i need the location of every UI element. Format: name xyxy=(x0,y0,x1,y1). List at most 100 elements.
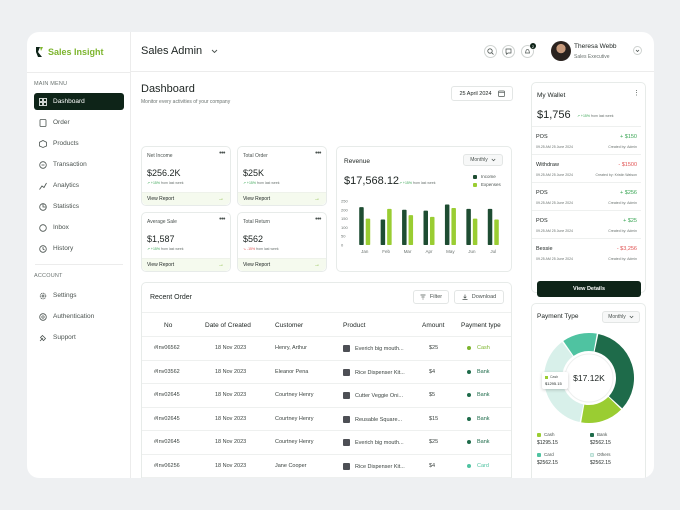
account-heading: ACCOUNT xyxy=(34,273,63,279)
view-report-link[interactable]: View Report → xyxy=(142,192,230,205)
transaction-item[interactable]: Withdraw - $1500 09.25 AM 25 June 2024 Crea… xyxy=(532,154,641,182)
legend-card-value: $2562.15 xyxy=(537,460,558,466)
divider xyxy=(35,264,123,265)
stat-card-net-income: Net Income ••• $256.2K ↗ +15% from last … xyxy=(141,146,231,206)
sidebar-item-order[interactable]: Order xyxy=(34,114,124,131)
brand[interactable]: Sales Insight xyxy=(35,46,104,58)
sidebar-item-settings[interactable]: Settings xyxy=(34,287,124,304)
column-header: Product xyxy=(343,322,366,329)
more-icon[interactable]: ••• xyxy=(315,150,321,157)
download-button[interactable]: Download xyxy=(454,290,504,304)
sidebar-item-transaction[interactable]: Transaction xyxy=(34,156,124,173)
more-icon[interactable]: ••• xyxy=(219,216,225,223)
order-date: 18 Nov 2023 xyxy=(215,415,247,422)
order-customer: Courtney Henry xyxy=(275,392,314,398)
transaction-amount: - $1500 xyxy=(618,162,637,168)
date-value: 25 April 2024 xyxy=(459,90,492,97)
bar-expenses-mar xyxy=(408,215,414,245)
payment-dot xyxy=(467,346,471,350)
order-date: 18 Nov 2023 xyxy=(215,345,247,351)
sidebar-item-dashboard[interactable]: Dashboard xyxy=(34,93,124,110)
bar-income-apr xyxy=(423,210,428,245)
transaction-item[interactable]: Bessie - $3,256 09.25 AM 25 June 2024 Creat… xyxy=(532,238,641,266)
more-icon[interactable]: ••• xyxy=(219,150,225,157)
user-menu-button[interactable] xyxy=(633,46,642,55)
legend-cash: Cash xyxy=(537,432,555,437)
table-row[interactable]: #Inv06562 18 Nov 2023 Henry, Arthur Everich… xyxy=(142,337,511,361)
transaction-item[interactable]: POS + $256 09.25 AM 25 June 2024 Created by… xyxy=(532,182,641,210)
table-row[interactable]: #Inv02645 18 Nov 2023 Courtney Henry Everic… xyxy=(142,431,511,455)
filter-button[interactable]: Filter xyxy=(413,290,449,304)
statistics-icon xyxy=(39,202,47,211)
view-details-button[interactable]: View Details xyxy=(537,281,641,297)
table-row[interactable]: #Inv06256 18 Nov 2023 Jane Cooper Rice Disp… xyxy=(142,455,511,478)
table-row[interactable]: #Inv03562 18 Nov 2023 Eleanor Pena Rice Dis… xyxy=(142,361,511,384)
column-header: Date of Created xyxy=(205,322,251,329)
stat-change: ↘ -15% from last week xyxy=(243,247,279,251)
analytics-icon xyxy=(39,182,47,190)
transaction-item[interactable]: POS + $25 09.25 AM 25 June 2024 Created by:… xyxy=(532,210,641,238)
order-product: Everich big mouth... xyxy=(343,345,404,352)
chat-icon xyxy=(505,48,512,55)
filter-label: Filter xyxy=(429,294,443,300)
search-icon xyxy=(487,48,494,55)
sidebar-item-label: Statistics xyxy=(53,203,80,210)
revenue-bar-chart: 250 200 150 100 50 0 Jan Feb Mar Apr May Jun Jul xyxy=(341,199,499,254)
payment-dot xyxy=(467,440,471,444)
sidebar-item-label: Order xyxy=(53,119,70,126)
filter-icon xyxy=(420,294,426,300)
notifications-button[interactable]: 2 xyxy=(521,43,536,58)
workspace-switcher[interactable]: Sales Admin xyxy=(141,45,218,57)
order-payment-type: Bank xyxy=(467,369,490,375)
stat-value: $25K xyxy=(243,168,265,178)
transaction-creator: Created by: Admin xyxy=(608,145,637,149)
x-tick-label: Apr xyxy=(425,249,433,254)
search-button[interactable] xyxy=(484,45,497,58)
page-title: Dashboard xyxy=(141,83,195,95)
y-tick-label: 150 xyxy=(341,216,348,221)
stat-label: Total Order xyxy=(243,153,268,159)
stat-change: ↗ +15% from last week xyxy=(147,181,184,185)
view-report-link[interactable]: View Report → xyxy=(238,258,326,271)
transaction-item[interactable]: POS + $150 09.25 AM 25 June 2024 Created by… xyxy=(532,126,641,154)
table-row[interactable]: #Inv02645 18 Nov 2023 Courtney Henry Reusab… xyxy=(142,408,511,431)
order-number: #Inv03562 xyxy=(154,368,180,375)
recent-orders-title: Recent Order xyxy=(150,294,193,301)
table-row[interactable]: #Inv02645 18 Nov 2023 Courtney Henry Cutter… xyxy=(142,384,511,408)
column-header: Customer xyxy=(275,322,304,329)
payment-period-select[interactable]: Monthly xyxy=(602,311,640,323)
date-picker[interactable]: 25 April 2024 xyxy=(451,86,513,101)
bar-expenses-jul xyxy=(494,219,499,245)
revenue-value: $17,568.12 xyxy=(344,175,400,187)
sidebar-item-analytics[interactable]: Analytics xyxy=(34,177,124,194)
order-customer: Courtney Henry xyxy=(275,439,314,445)
table-header: No Date of Created Customer Product Amou… xyxy=(142,312,511,337)
revenue-period-select[interactable]: Monthly xyxy=(463,154,503,166)
view-report-link[interactable]: View Report → xyxy=(238,192,326,205)
tooltip-label: Cash xyxy=(550,375,559,379)
stat-change: ↗ +15% from last week xyxy=(243,181,280,185)
grid-icon xyxy=(39,97,47,106)
avatar[interactable] xyxy=(551,41,571,61)
more-vertical-icon[interactable]: ⋮ xyxy=(633,89,640,97)
divider xyxy=(27,72,131,73)
product-thumbnail xyxy=(343,462,350,470)
transaction-creator: Created by: Admin xyxy=(608,257,637,261)
more-icon[interactable]: ••• xyxy=(315,216,321,223)
transaction-amount: - $3,256 xyxy=(616,246,637,252)
sidebar-item-label: History xyxy=(53,245,74,252)
view-report-link[interactable]: View Report → xyxy=(142,258,230,271)
sidebar-item-authentication[interactable]: Authentication xyxy=(34,308,124,325)
sidebar-item-support[interactable]: Support xyxy=(34,329,124,346)
wallet-balance: $1,756 xyxy=(537,109,571,121)
gear-icon xyxy=(39,292,47,299)
sidebar-item-history[interactable]: History xyxy=(34,240,124,257)
donut-center-value: $17.12K xyxy=(573,373,605,383)
order-payment-type: Cash xyxy=(467,345,490,351)
payment-dot xyxy=(467,463,471,468)
download-icon xyxy=(462,294,468,300)
sidebar-item-inbox[interactable]: Inbox xyxy=(34,219,124,236)
messages-button[interactable] xyxy=(502,45,515,58)
sidebar-item-products[interactable]: Products xyxy=(34,135,124,152)
sidebar-item-statistics[interactable]: Statistics xyxy=(34,198,124,215)
